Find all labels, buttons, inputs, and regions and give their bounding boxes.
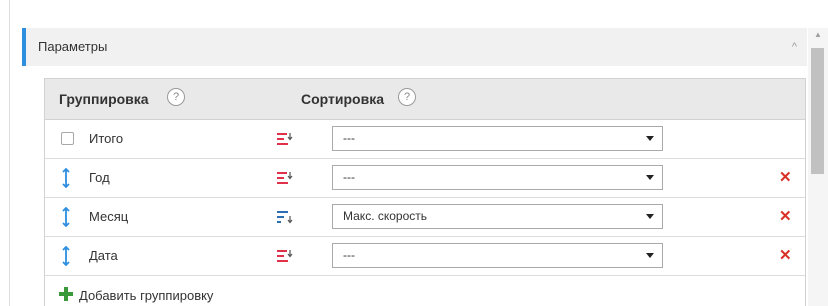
collapse-chevron-icon[interactable]: ^ [792, 28, 797, 66]
plus-icon [59, 287, 73, 301]
drag-handle-icon[interactable] [61, 168, 71, 188]
table-row: Дата --- ✕ [45, 237, 805, 276]
sort-select-value: --- [343, 248, 355, 262]
grouping-help-icon[interactable]: ? [167, 88, 185, 106]
drag-handle-icon[interactable] [61, 207, 71, 227]
sort-red-icon[interactable] [277, 171, 293, 185]
dropdown-caret-icon [646, 253, 654, 258]
table-row: Итого --- [45, 120, 805, 159]
sort-red-icon[interactable] [277, 249, 293, 263]
dropdown-caret-icon [646, 136, 654, 141]
row-label: Дата [89, 248, 118, 263]
row-label: Итого [89, 131, 124, 146]
sort-blue-icon[interactable] [277, 210, 293, 224]
sort-select-value: --- [343, 170, 355, 184]
left-divider [9, 0, 10, 306]
sort-select-value: --- [343, 131, 355, 145]
sort-red-icon[interactable] [277, 132, 293, 146]
add-grouping-button[interactable]: Добавить группировку [45, 276, 805, 306]
remove-row-icon[interactable]: ✕ [779, 159, 792, 197]
row-label: Год [89, 170, 110, 185]
sorting-help-icon[interactable]: ? [398, 88, 416, 106]
table-row: Месяц Макс. скорость ✕ [45, 198, 805, 237]
table-header: Группировка ? Сортировка ? [45, 79, 805, 120]
sorting-column-header: Сортировка [301, 91, 384, 107]
parameters-panel-header[interactable]: Параметры ^ [22, 28, 807, 66]
dropdown-caret-icon [646, 175, 654, 180]
scrollbar-thumb[interactable] [811, 48, 824, 174]
add-grouping-label: Добавить группировку [79, 288, 214, 303]
vertical-scrollbar[interactable]: ▲ [808, 28, 828, 306]
remove-row-icon[interactable]: ✕ [779, 237, 792, 275]
total-checkbox[interactable] [61, 132, 74, 145]
grouping-table: Группировка ? Сортировка ? Итого --- Год [44, 78, 806, 306]
sort-select[interactable]: --- [332, 165, 663, 190]
sort-select[interactable]: --- [332, 126, 663, 151]
drag-handle-icon[interactable] [61, 246, 71, 266]
grouping-column-header: Группировка [59, 91, 149, 107]
sort-select[interactable]: --- [332, 243, 663, 268]
dropdown-caret-icon [646, 214, 654, 219]
remove-row-icon[interactable]: ✕ [779, 198, 792, 236]
panel-title: Параметры [38, 39, 108, 54]
sort-select[interactable]: Макс. скорость [332, 204, 663, 229]
sort-select-value: Макс. скорость [343, 209, 428, 223]
scroll-up-arrow-icon[interactable]: ▲ [808, 30, 828, 39]
table-row: Год --- ✕ [45, 159, 805, 198]
row-label: Месяц [89, 209, 129, 224]
